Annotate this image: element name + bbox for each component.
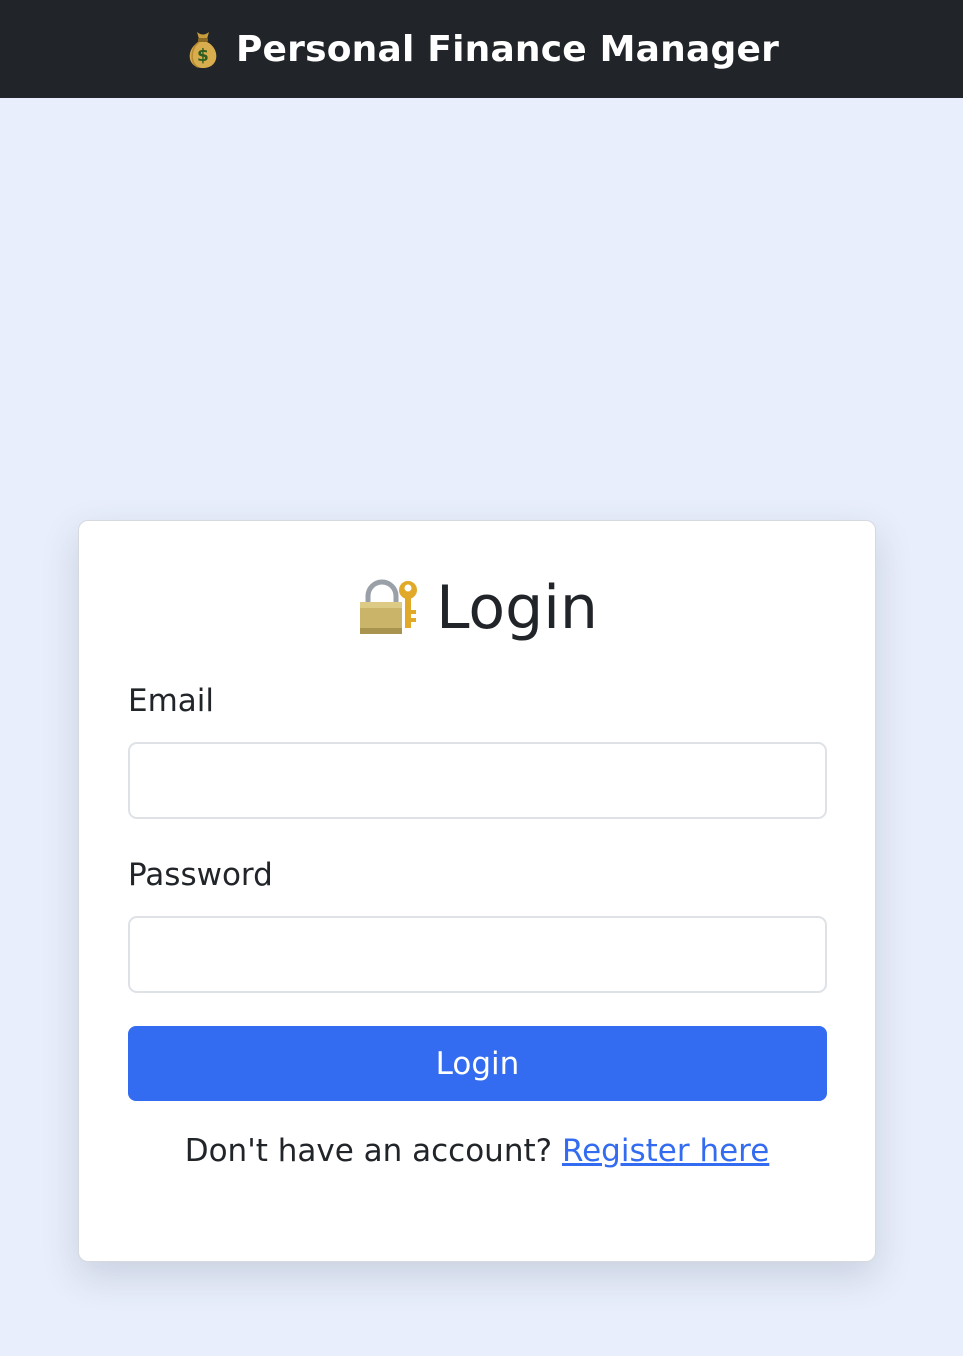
password-label: Password — [128, 857, 273, 893]
lock-with-key-icon — [360, 579, 418, 634]
top-navbar: $ Personal Finance Manager — [0, 0, 963, 98]
login-card: Login Email Password Login Don't have an… — [78, 520, 876, 1262]
password-field[interactable] — [128, 916, 827, 993]
login-title: Login — [436, 573, 598, 643]
email-field[interactable] — [128, 742, 827, 819]
brand-title: Personal Finance Manager — [235, 28, 780, 70]
login-button[interactable]: Login — [128, 1026, 827, 1101]
money-bag-icon: $ — [189, 32, 217, 68]
register-link[interactable]: Register here — [562, 1133, 769, 1169]
register-prompt: Don't have an account? Register here — [79, 1133, 875, 1169]
login-heading: Login — [79, 573, 875, 643]
svg-text:$: $ — [197, 46, 209, 66]
register-prompt-text: Don't have an account? — [184, 1133, 553, 1169]
email-label: Email — [128, 683, 215, 719]
navbar-brand[interactable]: $ Personal Finance Manager — [184, 28, 779, 70]
